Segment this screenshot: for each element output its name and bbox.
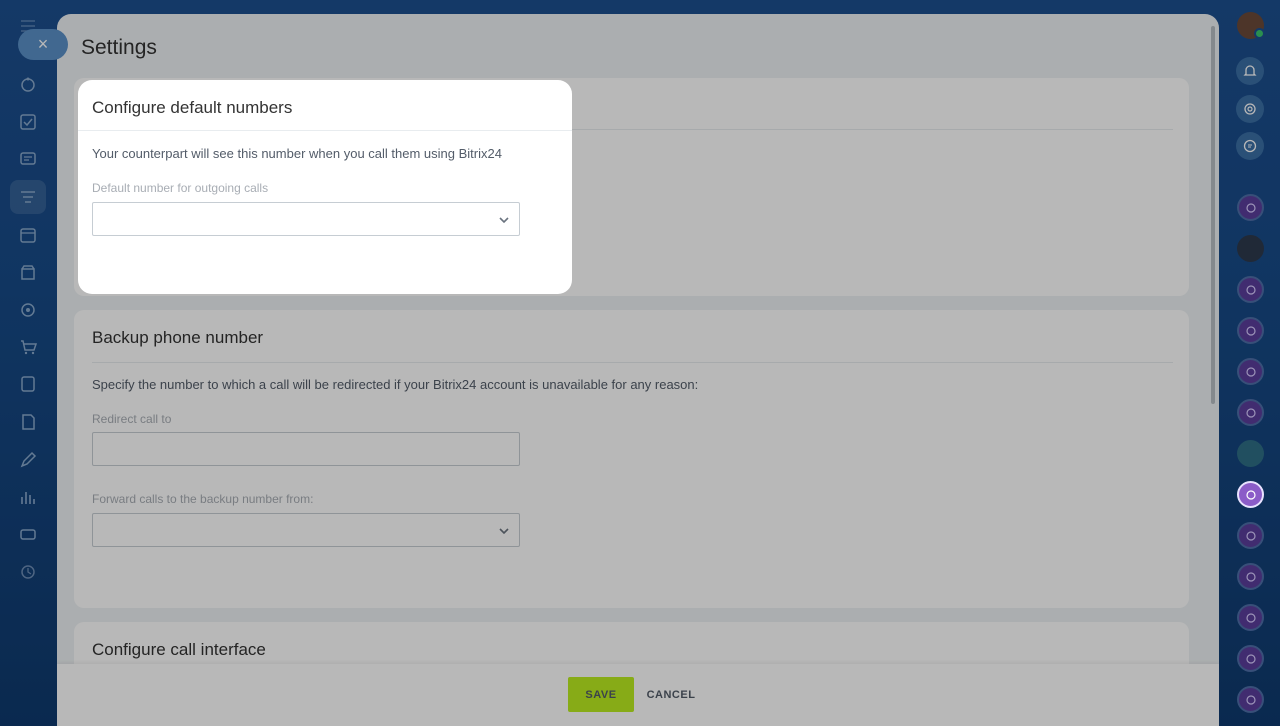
- chevron-down-icon: [499, 528, 509, 535]
- target-icon[interactable]: [14, 296, 42, 324]
- chat-contact-icon[interactable]: [1237, 481, 1264, 508]
- close-icon: ×: [37, 34, 49, 54]
- document-icon[interactable]: [14, 370, 42, 398]
- backup-phone-card: Backup phone number Specify the number t…: [74, 310, 1189, 608]
- chat-contact-icon[interactable]: [1237, 276, 1264, 303]
- tasks-icon[interactable]: [14, 108, 42, 136]
- crm-icon[interactable]: [14, 71, 42, 99]
- card-title: Configure call interface: [92, 640, 266, 659]
- close-panel-button[interactable]: ×: [18, 29, 68, 60]
- card-description: Your counterpart will see this number wh…: [92, 146, 502, 161]
- card-divider: [78, 130, 572, 131]
- highlighted-default-numbers-card: Configure default numbers Your counterpa…: [78, 80, 572, 294]
- bell-icon[interactable]: [1236, 57, 1264, 85]
- analytics-icon[interactable]: [14, 483, 42, 511]
- chat-contact-icon[interactable]: [1237, 645, 1264, 672]
- chat-icon[interactable]: [14, 145, 42, 173]
- chat-contact-icon[interactable]: [1237, 604, 1264, 631]
- page-title: Settings: [81, 36, 157, 59]
- card-title: Configure default numbers: [92, 98, 293, 117]
- save-button[interactable]: SAVE: [568, 677, 634, 712]
- cart-icon[interactable]: [14, 333, 42, 361]
- chat-contact-icon[interactable]: [1237, 399, 1264, 426]
- chat-contact-icon[interactable]: [1237, 358, 1264, 385]
- redirect-input[interactable]: [92, 432, 520, 466]
- chat-contact-icon[interactable]: [1237, 563, 1264, 590]
- clock-icon[interactable]: [14, 558, 42, 586]
- filter-icon[interactable]: [10, 180, 46, 214]
- chat-contact-icon[interactable]: [1237, 317, 1264, 344]
- edit-doc-icon[interactable]: [14, 408, 42, 436]
- chat-contact-icon[interactable]: [1237, 522, 1264, 549]
- chevron-down-icon: [499, 217, 509, 224]
- card-title: Backup phone number: [92, 328, 264, 347]
- redirect-label: Redirect call to: [92, 412, 172, 426]
- copilot-icon[interactable]: [1236, 95, 1264, 123]
- default-number-select[interactable]: [92, 202, 520, 236]
- footer-bar: SAVE CANCEL: [57, 664, 1219, 726]
- online-status-icon: [1254, 28, 1265, 39]
- pen-icon[interactable]: [14, 446, 42, 474]
- inbox-icon[interactable]: [14, 520, 42, 548]
- left-navigation-rail: [0, 0, 56, 726]
- support-icon[interactable]: [1236, 132, 1264, 160]
- default-number-label: Default number for outgoing calls: [92, 181, 269, 195]
- store-icon[interactable]: [14, 258, 42, 286]
- card-description: Specify the number to which a call will …: [92, 377, 699, 392]
- cancel-button[interactable]: CANCEL: [643, 677, 699, 712]
- card-divider: [92, 362, 1173, 363]
- contact-avatar[interactable]: [1237, 235, 1264, 262]
- calendar-icon[interactable]: [14, 221, 42, 249]
- chat-contact-icon[interactable]: [1237, 686, 1264, 713]
- forward-label: Forward calls to the backup number from:: [92, 492, 314, 506]
- chat-contact-icon[interactable]: [1237, 194, 1264, 221]
- contact-avatar[interactable]: [1237, 440, 1264, 467]
- scrollbar[interactable]: [1211, 26, 1215, 404]
- forward-select[interactable]: [92, 513, 520, 547]
